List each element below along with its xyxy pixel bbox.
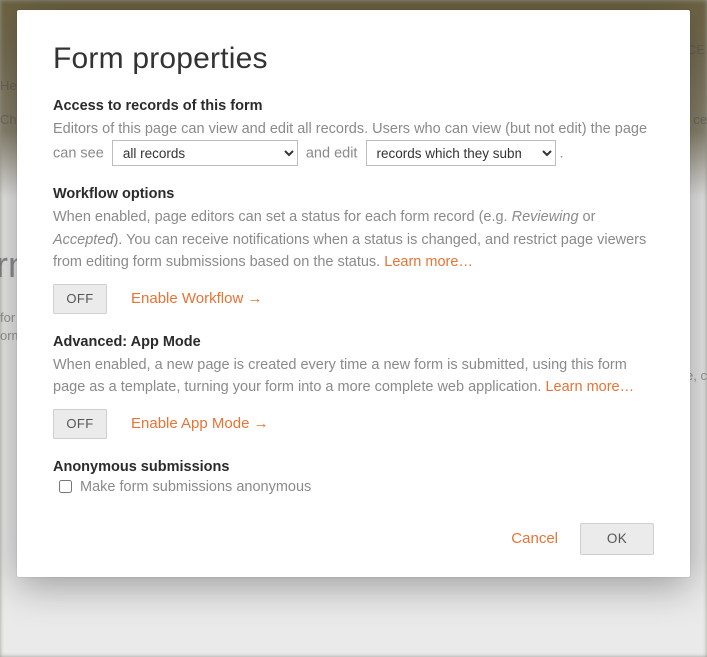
section-workflow: Workflow options When enabled, page edit… <box>53 186 654 313</box>
backdrop-noise: He <box>0 78 17 93</box>
workflow-desc-a: When enabled, page editors can set a sta… <box>53 209 512 225</box>
section-appmode: Advanced: App Mode When enabled, a new p… <box>53 334 654 439</box>
workflow-status-accepted: Accepted <box>53 232 113 248</box>
workflow-desc-c: ). You can receive notifications when a … <box>53 232 646 270</box>
backdrop-noise: ce <box>693 112 707 127</box>
form-properties-modal: Form properties Access to records of thi… <box>17 10 690 577</box>
workflow-toggle[interactable]: OFF <box>53 284 107 314</box>
workflow-learn-more-link[interactable]: Learn more… <box>384 254 473 270</box>
section-access: Access to records of this form Editors o… <box>53 98 654 166</box>
access-suffix: . <box>560 146 564 162</box>
section-anonymous-heading: Anonymous submissions <box>53 459 654 475</box>
section-access-heading: Access to records of this form <box>53 98 654 114</box>
view-records-select[interactable]: all records <box>112 140 298 166</box>
anonymous-checkbox-row[interactable]: Make form submissions anonymous <box>53 479 654 495</box>
backdrop-noise: Ch <box>0 112 17 127</box>
ok-button[interactable]: OK <box>580 523 654 555</box>
backdrop-noise: for <box>0 310 15 325</box>
section-workflow-heading: Workflow options <box>53 186 654 202</box>
anonymous-checkbox-label: Make form submissions anonymous <box>80 479 311 495</box>
cancel-button[interactable]: Cancel <box>507 526 562 551</box>
modal-title: Form properties <box>53 42 654 76</box>
appmode-desc: When enabled, a new page is created ever… <box>53 357 627 395</box>
section-access-body: Editors of this page can view and edit a… <box>53 118 654 166</box>
edit-records-select[interactable]: records which they submit <box>366 140 556 166</box>
modal-footer: Cancel OK <box>53 523 654 555</box>
enable-workflow-link[interactable]: Enable Workflow → <box>131 290 262 307</box>
appmode-toggle[interactable]: OFF <box>53 409 107 439</box>
access-mid-text: and edit <box>306 146 358 162</box>
workflow-desc-b: or <box>579 209 596 225</box>
section-appmode-heading: Advanced: App Mode <box>53 334 654 350</box>
section-anonymous: Anonymous submissions Make form submissi… <box>53 459 654 495</box>
appmode-learn-more-link[interactable]: Learn more… <box>545 379 634 395</box>
enable-appmode-link[interactable]: Enable App Mode → <box>131 415 269 432</box>
section-appmode-body: When enabled, a new page is created ever… <box>53 354 654 399</box>
section-workflow-body: When enabled, page editors can set a sta… <box>53 206 654 273</box>
anonymous-checkbox[interactable] <box>59 480 72 493</box>
workflow-status-reviewing: Reviewing <box>512 209 579 225</box>
